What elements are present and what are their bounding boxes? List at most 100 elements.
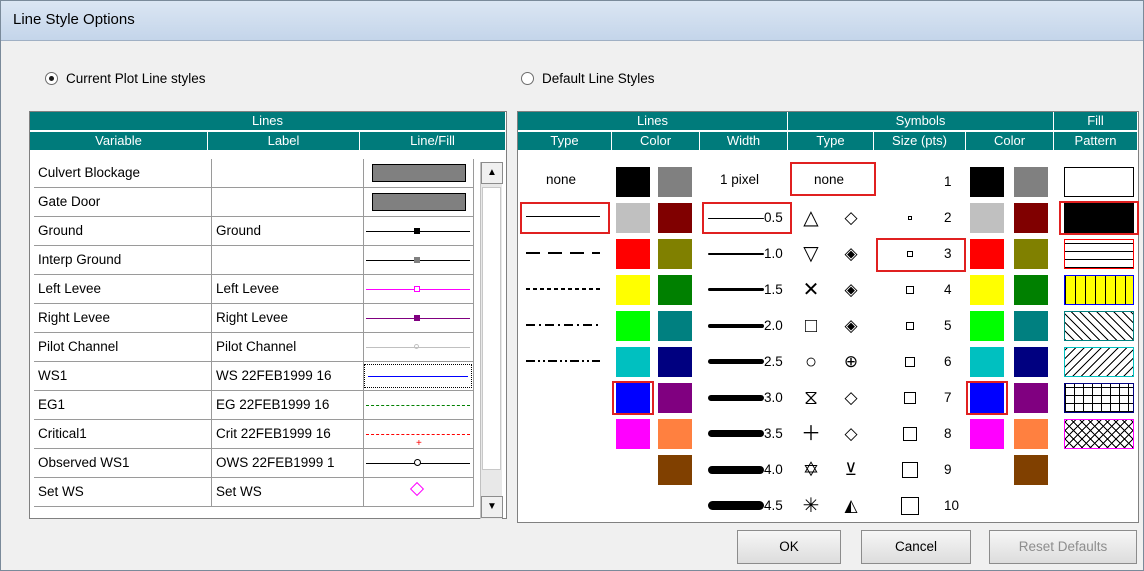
line-type-option[interactable] xyxy=(526,288,600,290)
variable-cell[interactable]: Pilot Channel xyxy=(34,333,212,361)
table-row[interactable]: Culvert Blockage xyxy=(34,159,474,188)
symbol-shape-icon[interactable]: ⊕ xyxy=(838,352,864,372)
symbol-color-swatch[interactable] xyxy=(970,203,1004,233)
size-preview-icon[interactable] xyxy=(904,356,916,368)
line-fill-preview[interactable] xyxy=(364,188,474,216)
size-value[interactable]: 1 xyxy=(944,174,952,189)
fill-pattern-option[interactable] xyxy=(1064,383,1134,413)
variable-cell[interactable]: Gate Door xyxy=(34,188,212,216)
symbol-shape-icon[interactable]: ◈ xyxy=(838,244,864,264)
label-cell[interactable]: Left Levee xyxy=(212,275,364,303)
symbol-shape-icon[interactable]: ✳ xyxy=(798,496,824,516)
scroll-thumb[interactable] xyxy=(482,187,501,470)
label-cell[interactable] xyxy=(212,159,364,187)
symbol-shape-icon[interactable]: ✡ xyxy=(798,460,824,480)
line-color-swatch[interactable] xyxy=(658,455,692,485)
table-row[interactable]: Critical1 Crit 22FEB1999 16 + xyxy=(34,420,474,449)
size-value[interactable]: 5 xyxy=(944,318,952,333)
size-preview-icon[interactable] xyxy=(903,427,917,441)
width-value[interactable]: 4.0 xyxy=(764,462,783,477)
line-fill-preview[interactable]: + xyxy=(364,420,474,448)
line-color-swatch[interactable] xyxy=(616,275,650,305)
table-row[interactable]: Observed WS1 OWS 22FEB1999 1 xyxy=(34,449,474,478)
line-fill-preview[interactable] xyxy=(364,304,474,332)
table-row[interactable]: Left Levee Left Levee xyxy=(34,275,474,304)
fill-pattern-option[interactable] xyxy=(1064,347,1134,377)
label-cell[interactable]: Set WS xyxy=(212,478,364,506)
line-fill-preview[interactable] xyxy=(364,478,474,506)
size-value[interactable]: 9 xyxy=(944,462,952,477)
size-preview-icon[interactable] xyxy=(908,216,912,220)
line-fill-preview[interactable] xyxy=(364,333,474,361)
label-cell[interactable] xyxy=(212,246,364,274)
line-color-swatch[interactable] xyxy=(658,419,692,449)
size-preview-icon[interactable] xyxy=(901,497,919,515)
symbol-color-swatch[interactable] xyxy=(1014,167,1048,197)
label-cell[interactable]: Right Levee xyxy=(212,304,364,332)
line-fill-preview[interactable] xyxy=(364,275,474,303)
table-row[interactable]: Gate Door xyxy=(34,188,474,217)
table-row[interactable]: WS1 WS 22FEB1999 16 xyxy=(34,362,474,391)
table-row[interactable]: Ground Ground xyxy=(34,217,474,246)
width-line-icon[interactable] xyxy=(708,323,764,328)
size-value[interactable]: 2 xyxy=(944,210,952,225)
symbol-color-swatch[interactable] xyxy=(1014,455,1048,485)
width-value[interactable]: 2.5 xyxy=(764,354,783,369)
symbol-shape-icon[interactable]: ⧖ xyxy=(798,388,824,408)
label-cell[interactable] xyxy=(212,188,364,216)
symbol-color-swatch[interactable] xyxy=(970,239,1004,269)
label-cell[interactable]: EG 22FEB1999 16 xyxy=(212,391,364,419)
label-cell[interactable]: Ground xyxy=(212,217,364,245)
size-value[interactable]: 7 xyxy=(944,390,952,405)
line-type-none[interactable]: none xyxy=(546,172,576,187)
variable-cell[interactable]: EG1 xyxy=(34,391,212,419)
symbol-color-swatch[interactable] xyxy=(1014,239,1048,269)
variable-cell[interactable]: Observed WS1 xyxy=(34,449,212,477)
fill-pattern-option[interactable] xyxy=(1064,311,1134,341)
line-color-swatch[interactable] xyxy=(616,347,650,377)
width-value[interactable]: 2.0 xyxy=(764,318,783,333)
size-value[interactable]: 4 xyxy=(944,282,952,297)
line-fill-preview[interactable] xyxy=(364,217,474,245)
symbol-shape-icon[interactable]: ▽ xyxy=(798,244,824,264)
symbol-shape-icon[interactable]: △ xyxy=(798,208,824,228)
size-preview-icon[interactable] xyxy=(905,321,915,331)
symbol-shape-icon[interactable]: ◇ xyxy=(838,388,864,408)
default-line-styles-radio[interactable]: Default Line Styles xyxy=(521,71,655,86)
symbol-shape-icon[interactable]: ○ xyxy=(798,352,824,372)
line-type-option[interactable] xyxy=(526,324,600,326)
current-plot-line-styles-radio[interactable]: Current Plot Line styles xyxy=(45,71,206,86)
line-color-swatch[interactable] xyxy=(616,419,650,449)
width-value[interactable]: 1.5 xyxy=(764,282,783,297)
width-value[interactable]: 4.5 xyxy=(764,498,783,513)
line-fill-preview[interactable] xyxy=(364,362,474,390)
line-color-swatch[interactable] xyxy=(658,167,692,197)
symbol-shape-icon[interactable]: ✕ xyxy=(798,280,824,300)
line-fill-preview[interactable] xyxy=(364,391,474,419)
table-row[interactable]: Interp Ground xyxy=(34,246,474,275)
symbol-shape-icon[interactable]: □ xyxy=(798,316,824,336)
label-cell[interactable]: Pilot Channel xyxy=(212,333,364,361)
line-fill-preview[interactable] xyxy=(364,159,474,187)
width-line-icon[interactable] xyxy=(708,465,764,474)
variable-cell[interactable]: Right Levee xyxy=(34,304,212,332)
symbol-color-swatch[interactable] xyxy=(1014,311,1048,341)
symbol-color-swatch[interactable] xyxy=(1014,419,1048,449)
reset-defaults-button[interactable]: Reset Defaults xyxy=(989,530,1137,564)
line-color-swatch[interactable] xyxy=(616,203,650,233)
variable-cell[interactable]: Set WS xyxy=(34,478,212,506)
symbol-shape-icon[interactable]: ⊻ xyxy=(838,460,864,480)
size-preview-icon[interactable] xyxy=(903,391,917,405)
size-value[interactable]: 10 xyxy=(944,498,959,513)
variable-cell[interactable]: WS1 xyxy=(34,362,212,390)
line-fill-preview[interactable] xyxy=(364,449,474,477)
symbol-color-swatch[interactable] xyxy=(970,419,1004,449)
width-value[interactable]: 3.0 xyxy=(764,390,783,405)
line-color-swatch[interactable] xyxy=(658,203,692,233)
line-color-swatch[interactable] xyxy=(616,239,650,269)
line-fill-preview[interactable] xyxy=(364,246,474,274)
variable-cell[interactable]: Culvert Blockage xyxy=(34,159,212,187)
symbol-shape-icon[interactable]: ◭ xyxy=(838,496,864,516)
table-row[interactable]: Right Levee Right Levee xyxy=(34,304,474,333)
width-line-icon[interactable] xyxy=(708,501,764,511)
